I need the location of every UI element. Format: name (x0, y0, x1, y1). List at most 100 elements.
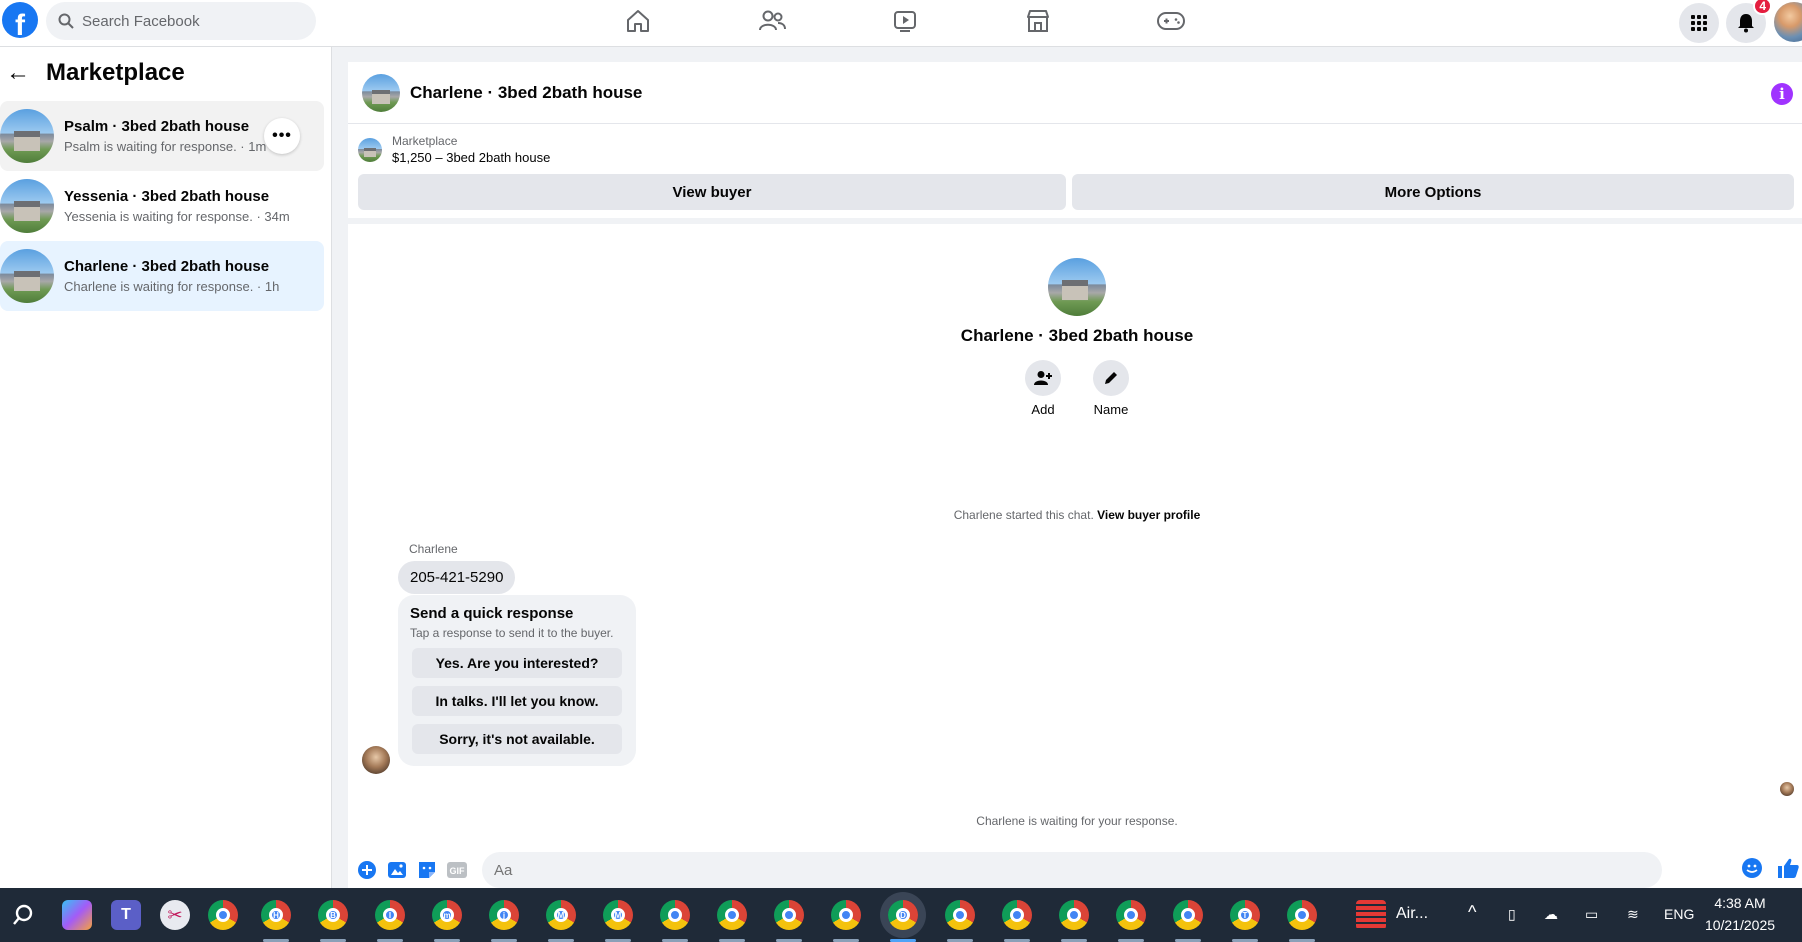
conversation-item-charlene[interactable]: Charlene · 3bed 2bath house Charlene is … (0, 241, 324, 311)
cloud-icon[interactable]: ☁ (1544, 906, 1558, 923)
language-indicator[interactable]: ENG (1664, 906, 1694, 922)
windows-taskbar: T ✂ H B I m j M M D T Air... ^ ▯ ☁ ▭ ≋ E… (0, 888, 1802, 942)
divider (348, 218, 1802, 224)
more-options-icon[interactable]: ••• (264, 118, 300, 154)
chat-profile-summary: Charlene · 3bed 2bath house Add Name (348, 258, 1802, 417)
conversation-status: Charlene is waiting for response. · 1h (64, 279, 280, 294)
photo-icon[interactable] (386, 859, 408, 881)
message-composer: GIF (348, 852, 1802, 888)
name-button[interactable]: Name (1093, 360, 1129, 417)
listing-thumbnail (0, 109, 54, 163)
conversation-item-yessenia[interactable]: Yessenia · 3bed 2bath house Yessenia is … (0, 171, 324, 241)
search-box[interactable]: Search Facebook (46, 2, 316, 40)
wifi-icon[interactable]: ≋ (1627, 906, 1639, 923)
sidebar-title: Marketplace (46, 59, 185, 86)
listing-thumbnail (0, 179, 54, 233)
conversation-status: Psalm is waiting for response. · 1m (64, 139, 267, 154)
sticker-icon[interactable] (416, 859, 438, 881)
listing-summary[interactable]: Marketplace $1,250 – 3bed 2bath house (358, 134, 550, 165)
view-buyer-button[interactable]: View buyer (358, 174, 1066, 210)
conversation-status: Yessenia is waiting for response. · 34m (64, 209, 290, 224)
app-icon[interactable] (1356, 900, 1386, 930)
quick-response-subtitle: Tap a response to send it to the buyer. (410, 626, 614, 640)
chrome-profile-icon[interactable] (774, 900, 804, 930)
chrome-profile-icon[interactable] (831, 900, 861, 930)
message-bubble[interactable]: 205-421-5290 (398, 561, 516, 594)
battery-icon[interactable]: ▭ (1585, 906, 1598, 923)
notifications-button[interactable]: 4 (1726, 0, 1772, 43)
account-avatar[interactable] (1774, 2, 1802, 42)
chrome-profile-icon[interactable] (717, 900, 747, 930)
plus-circle-icon[interactable] (356, 859, 378, 881)
chrome-profile-icon[interactable]: j (489, 900, 519, 930)
sender-avatar (362, 746, 390, 774)
chrome-profile-icon[interactable] (945, 900, 975, 930)
chrome-profile-icon[interactable]: H (261, 900, 291, 930)
view-buyer-profile-link[interactable]: View buyer profile (1097, 508, 1200, 522)
teams-icon[interactable]: T (111, 900, 141, 930)
waiting-notice: Charlene is waiting for your response. (976, 814, 1178, 828)
system-clock[interactable]: 4:38 AM 10/21/2025 (1700, 892, 1780, 936)
emoji-icon[interactable] (1742, 858, 1762, 878)
message-input[interactable] (482, 852, 1662, 888)
profile-avatar (1048, 258, 1106, 316)
chat-avatar[interactable] (362, 73, 400, 112)
chrome-profile-icon[interactable] (660, 900, 690, 930)
menu-grid-icon[interactable] (1679, 3, 1719, 43)
search-icon (58, 13, 74, 29)
sidebar-header: ← Marketplace (6, 59, 185, 87)
chrome-profile-icon-active[interactable]: D (888, 900, 918, 930)
home-icon[interactable] (618, 7, 658, 35)
top-navigation-bar: f Search Facebook 4 (0, 0, 1802, 47)
chrome-profile-icon[interactable]: M (546, 900, 576, 930)
search-icon[interactable] (8, 900, 38, 930)
gaming-icon[interactable] (1151, 7, 1191, 35)
back-arrow-icon[interactable]: ← (6, 59, 30, 87)
more-options-button[interactable]: More Options (1072, 174, 1794, 210)
chrome-icon[interactable] (208, 900, 238, 930)
copilot-icon[interactable] (62, 900, 92, 930)
name-label: Name (1093, 402, 1129, 417)
quick-response-button[interactable]: Sorry, it's not available. (412, 724, 622, 754)
quick-response-button[interactable]: In talks. I'll let you know. (412, 686, 622, 716)
info-icon[interactable]: i (1771, 83, 1793, 105)
marketplace-sidebar: ← Marketplace Psalm · 3bed 2bath house P… (0, 47, 332, 888)
chrome-profile-icon[interactable]: I (375, 900, 405, 930)
chrome-profile-icon[interactable] (1116, 900, 1146, 930)
add-button[interactable]: Add (1025, 360, 1061, 417)
chrome-profile-icon[interactable]: M (603, 900, 633, 930)
snipping-tool-icon[interactable]: ✂ (160, 900, 190, 930)
chevron-up-icon[interactable]: ^ (1468, 902, 1476, 923)
app-label[interactable]: Air... (1396, 905, 1428, 923)
listing-thumbnail (358, 137, 382, 162)
chrome-profile-icon[interactable] (1173, 900, 1203, 930)
chrome-profile-icon[interactable]: B (318, 900, 348, 930)
listing-label: Marketplace (392, 134, 458, 148)
chrome-profile-icon[interactable] (1287, 900, 1317, 930)
camera-icon[interactable]: ▯ (1508, 906, 1516, 923)
chat-panel: Charlene · 3bed 2bath house i Marketplac… (348, 62, 1802, 888)
listing-thumbnail (0, 249, 54, 303)
gif-icon[interactable]: GIF (446, 859, 468, 881)
chrome-profile-icon[interactable]: m (432, 900, 462, 930)
watch-icon[interactable] (885, 7, 925, 35)
chat-header: Charlene · 3bed 2bath house i (348, 62, 1802, 124)
conversation-name: Charlene · 3bed 2bath house (64, 258, 270, 275)
chrome-profile-icon[interactable] (1002, 900, 1032, 930)
notification-badge: 4 (1753, 0, 1772, 15)
conversation-item-psalm[interactable]: Psalm · 3bed 2bath house Psalm is waitin… (0, 101, 324, 171)
friends-icon[interactable] (752, 7, 792, 35)
quick-response-button[interactable]: Yes. Are you interested? (412, 648, 622, 678)
seen-indicator-avatar (1780, 782, 1794, 796)
profile-actions: Add Name (1025, 360, 1129, 417)
bell-icon (1738, 14, 1754, 33)
chrome-profile-icon[interactable]: T (1230, 900, 1260, 930)
facebook-logo[interactable]: f (2, 2, 38, 38)
svg-text:GIF: GIF (450, 866, 466, 876)
chat-title[interactable]: Charlene · 3bed 2bath house (410, 83, 642, 103)
thumbs-up-icon[interactable] (1776, 856, 1800, 885)
profile-name: Charlene · 3bed 2bath house (960, 326, 1194, 345)
marketplace-icon[interactable] (1018, 7, 1058, 35)
chrome-profile-icon[interactable] (1059, 900, 1089, 930)
add-person-icon (1025, 360, 1061, 396)
